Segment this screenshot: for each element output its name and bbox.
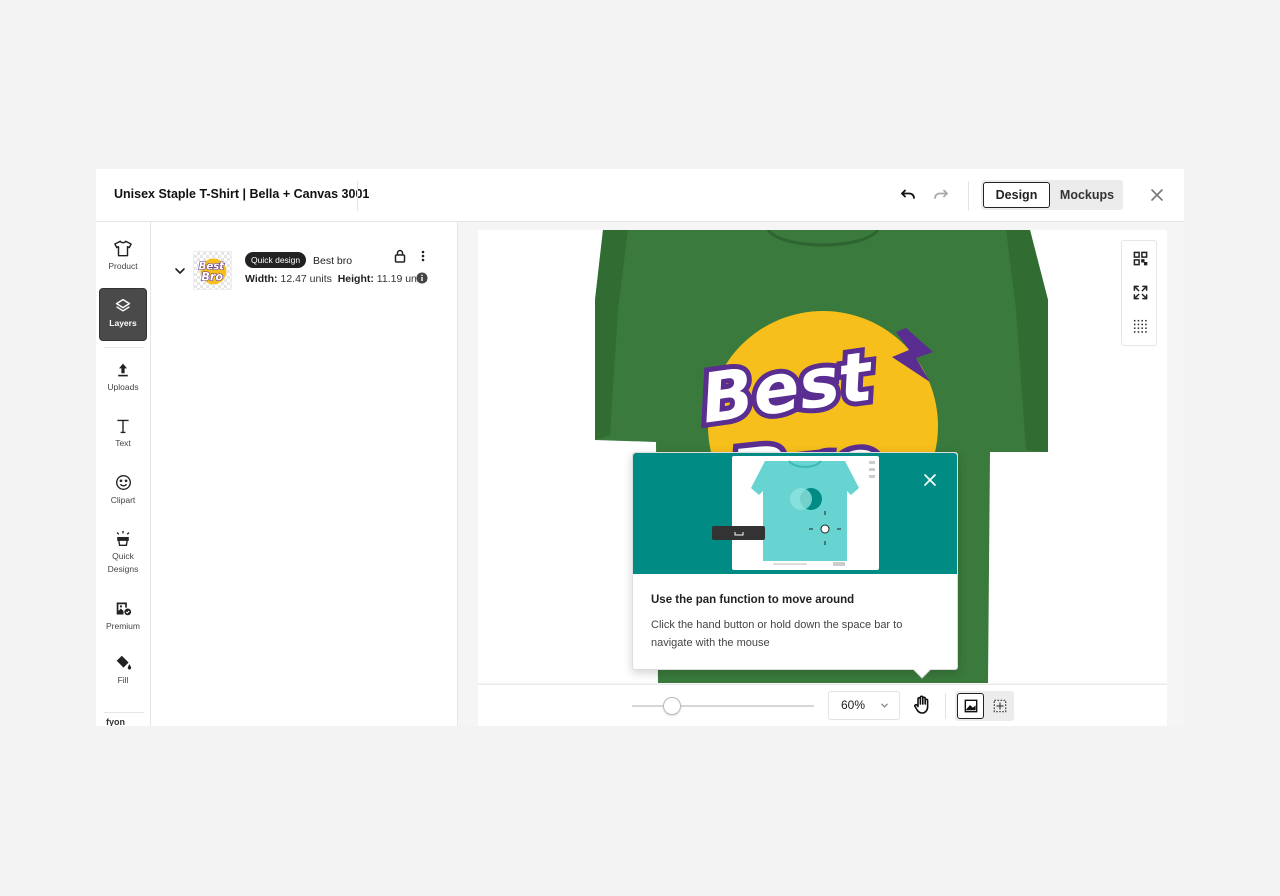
premium-image-icon bbox=[116, 602, 131, 616]
grid-layout-icon bbox=[1133, 251, 1147, 265]
smiley-icon bbox=[115, 475, 131, 490]
layer-thumbnail[interactable]: Best Bro bbox=[193, 251, 232, 290]
pan-tooltip: Use the pan function to move around Clic… bbox=[632, 452, 958, 679]
hand-icon bbox=[914, 695, 929, 714]
nav-text-label: Text bbox=[115, 438, 131, 448]
header-bar: Unisex Staple T-Shirt | Bella + Canvas 3… bbox=[96, 169, 1184, 222]
paint-bucket-icon bbox=[116, 655, 131, 670]
nav-product[interactable]: Product bbox=[99, 240, 147, 278]
undo-button[interactable] bbox=[896, 183, 920, 207]
nav-uploads-label: Uploads bbox=[107, 382, 139, 392]
nav-divider bbox=[104, 712, 144, 713]
tshirt-icon bbox=[114, 240, 132, 257]
height-label: Height: bbox=[337, 273, 374, 285]
chevron-down-icon bbox=[881, 703, 888, 708]
nav-premium[interactable]: Premium bbox=[99, 600, 147, 636]
nav-clipart[interactable]: Clipart bbox=[99, 474, 147, 510]
design-thumbnail: Best Bro bbox=[198, 258, 227, 285]
undo-icon bbox=[901, 189, 915, 199]
expand-icon bbox=[1133, 285, 1147, 299]
fullscreen-button[interactable] bbox=[1131, 283, 1149, 301]
nav-clipart-label: Clipart bbox=[110, 495, 136, 505]
nav-fill-label: Fill bbox=[117, 675, 129, 685]
canvas-tools bbox=[1121, 240, 1157, 346]
upload-icon bbox=[118, 363, 128, 377]
more-options-icon[interactable] bbox=[421, 249, 425, 263]
zoom-slider-handle[interactable] bbox=[663, 697, 682, 715]
view-toggle bbox=[955, 691, 1014, 721]
nav-layers-label: Layers bbox=[109, 318, 137, 328]
layer-dimensions: Width: 12.47 units Height: 11.19 units bbox=[245, 273, 427, 285]
tooltip-banner bbox=[633, 453, 957, 574]
redo-button[interactable] bbox=[929, 183, 953, 207]
dotted-grid-icon bbox=[1133, 319, 1147, 333]
zoom-select[interactable]: 60% bbox=[828, 691, 900, 720]
bottom-toolbar: 60% bbox=[478, 684, 1167, 726]
nav-cut-item[interactable]: fyon bbox=[106, 717, 125, 726]
svg-text:Bro: Bro bbox=[201, 271, 223, 284]
info-icon[interactable] bbox=[416, 272, 428, 284]
grid-toggle-button[interactable] bbox=[1131, 317, 1149, 335]
chevron-down-icon[interactable] bbox=[173, 264, 187, 278]
left-nav: Product Layers Uploads Text Clipart Quic… bbox=[96, 222, 151, 726]
pan-illustration bbox=[712, 456, 879, 570]
nav-quick-designs[interactable]: Quick Designs bbox=[99, 530, 147, 580]
redo-icon bbox=[934, 189, 948, 199]
quick-design-badge: Quick design bbox=[245, 252, 307, 268]
header-divider bbox=[968, 181, 969, 211]
nav-product-label: Product bbox=[108, 261, 138, 271]
tooltip-close-icon[interactable] bbox=[922, 472, 938, 488]
nav-uploads[interactable]: Uploads bbox=[99, 362, 147, 398]
nav-text[interactable]: Text bbox=[99, 418, 147, 454]
product-title: Unisex Staple T-Shirt | Bella + Canvas 3… bbox=[114, 187, 370, 201]
width-value: 12.47 units bbox=[280, 273, 332, 285]
image-view-button[interactable] bbox=[957, 693, 984, 719]
nav-fill[interactable]: Fill bbox=[99, 654, 147, 690]
zoom-value: 60% bbox=[841, 698, 866, 712]
image-icon bbox=[964, 699, 977, 713]
tooltip-body: Click the hand button or hold down the s… bbox=[651, 619, 903, 649]
nav-quick-designs-label: Quick Designs bbox=[107, 551, 139, 574]
zoom-slider-track[interactable] bbox=[632, 705, 814, 707]
nav-layers[interactable]: Layers bbox=[99, 288, 147, 341]
title-divider bbox=[357, 181, 358, 211]
layer-name[interactable]: Best bro bbox=[313, 255, 352, 267]
print-area-view-button[interactable] bbox=[986, 693, 1013, 719]
width-label: Width: bbox=[245, 273, 278, 285]
fit-view-button[interactable] bbox=[1131, 249, 1149, 267]
pan-hand-button[interactable] bbox=[912, 695, 934, 717]
close-editor-button[interactable] bbox=[1146, 184, 1168, 206]
lock-icon[interactable] bbox=[394, 249, 406, 263]
magic-wand-icon bbox=[116, 530, 130, 546]
tooltip-title: Use the pan function to move around bbox=[651, 594, 855, 606]
mockups-tab[interactable]: Mockups bbox=[1053, 182, 1121, 208]
nav-divider bbox=[104, 347, 144, 348]
layers-panel: Best Bro Quick design Best bro Width: 12… bbox=[151, 222, 458, 726]
design-tab[interactable]: Design bbox=[983, 182, 1050, 208]
toolbar-divider bbox=[945, 693, 946, 719]
close-icon bbox=[1151, 189, 1163, 201]
mode-toggle: Design Mockups bbox=[981, 180, 1123, 210]
nav-premium-label: Premium bbox=[105, 621, 140, 631]
text-icon bbox=[117, 419, 129, 434]
crosshair-frame-icon bbox=[993, 699, 1006, 713]
layers-icon bbox=[115, 298, 131, 312]
